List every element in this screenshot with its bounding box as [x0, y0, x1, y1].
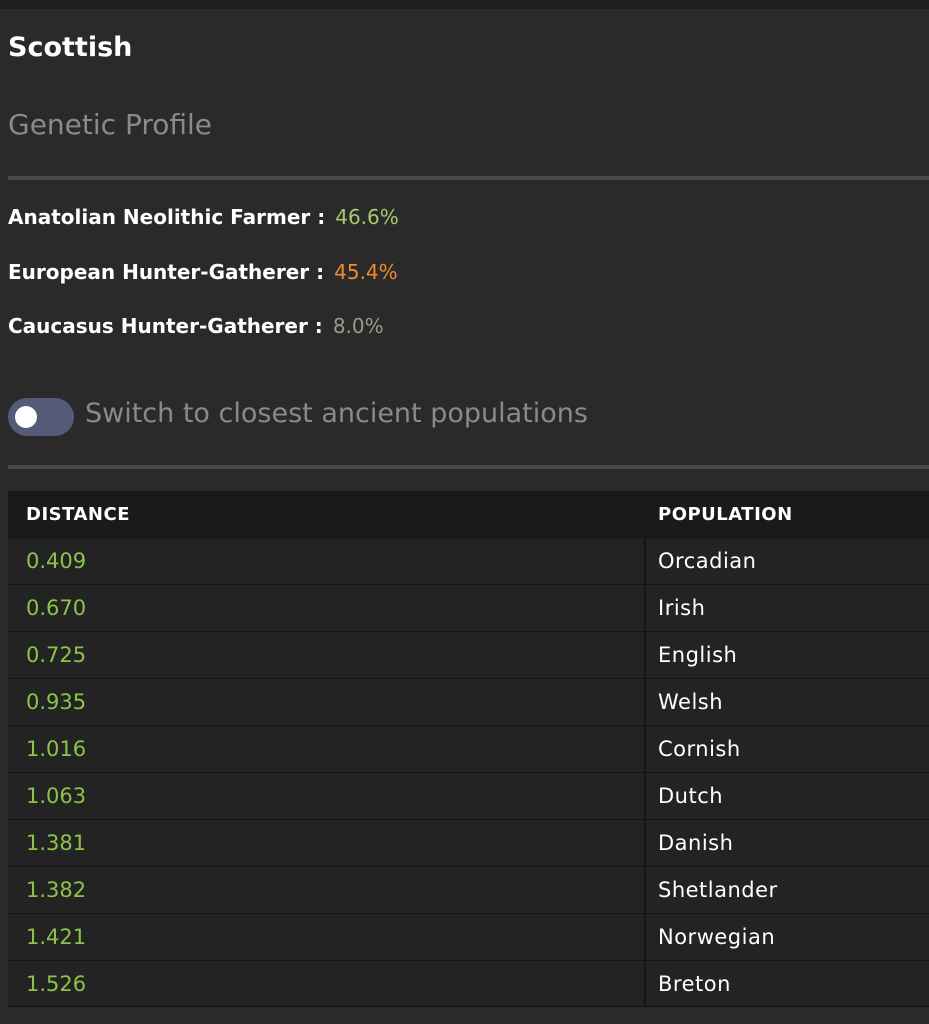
divider — [8, 176, 929, 180]
stat-value: 46.6% — [335, 205, 399, 229]
population-cell: Breton — [658, 971, 731, 996]
toggle-label[interactable]: Switch to closest ancient populations — [85, 398, 588, 429]
stat-label: Anatolian Neolithic Farmer : — [8, 205, 326, 229]
table-row[interactable]: 1.526 Breton — [8, 960, 929, 1007]
distance-cell: 1.421 — [8, 914, 646, 960]
stat-label: European Hunter-Gatherer : — [8, 260, 325, 284]
table-row[interactable]: 1.381 Danish — [8, 819, 929, 866]
distance-cell: 1.382 — [8, 867, 646, 913]
table-row[interactable]: 0.935 Welsh — [8, 678, 929, 725]
distance-cell: 0.670 — [8, 585, 646, 631]
population-cell: Dutch — [658, 784, 724, 808]
stat-european-hunter-gatherer: European Hunter-Gatherer : 45.4% — [8, 260, 398, 284]
population-cell: Norwegian — [658, 925, 776, 949]
distance-cell: 0.725 — [8, 632, 646, 678]
page-subtitle: Genetic Profile — [8, 108, 213, 141]
population-cell: English — [658, 643, 738, 667]
population-cell: Irish — [658, 596, 706, 620]
population-cell: Orcadian — [658, 549, 757, 573]
ancient-populations-toggle[interactable] — [8, 398, 74, 436]
table-header: DISTANCE POPULATION — [8, 491, 929, 537]
column-header-distance[interactable]: DISTANCE — [8, 504, 646, 525]
toggle-knob — [15, 406, 37, 428]
table-row[interactable]: 1.382 Shetlander — [8, 866, 929, 913]
divider — [8, 465, 929, 469]
stat-anatolian-neolithic-farmer: Anatolian Neolithic Farmer : 46.6% — [8, 205, 399, 229]
stat-value: 8.0% — [332, 314, 384, 338]
population-cell: Cornish — [658, 737, 741, 761]
populations-table: DISTANCE POPULATION 0.409 Orcadian 0.670… — [8, 491, 929, 1007]
table-row[interactable]: 0.409 Orcadian — [8, 537, 929, 584]
table-row[interactable]: 1.063 Dutch — [8, 772, 929, 819]
population-cell: Welsh — [658, 690, 724, 714]
distance-cell: 1.526 — [8, 961, 646, 1006]
table-row[interactable]: 0.670 Irish — [8, 584, 929, 631]
distance-cell: 1.381 — [8, 820, 646, 866]
page-title: Scottish — [8, 32, 133, 63]
distance-cell: 0.409 — [8, 538, 646, 584]
table-row[interactable]: 0.725 English — [8, 631, 929, 678]
stat-value: 45.4% — [334, 260, 398, 284]
top-bar — [0, 0, 929, 9]
distance-cell: 0.935 — [8, 679, 646, 725]
distance-cell: 1.063 — [8, 773, 646, 819]
stat-caucasus-hunter-gatherer: Caucasus Hunter-Gatherer : 8.0% — [8, 314, 384, 338]
table-row[interactable]: 1.421 Norwegian — [8, 913, 929, 960]
table-row[interactable]: 1.016 Cornish — [8, 725, 929, 772]
population-cell: Danish — [658, 831, 734, 855]
distance-cell: 1.016 — [8, 726, 646, 772]
population-cell: Shetlander — [658, 878, 778, 902]
stat-label: Caucasus Hunter-Gatherer : — [8, 314, 323, 338]
column-header-population[interactable]: POPULATION — [646, 504, 929, 525]
